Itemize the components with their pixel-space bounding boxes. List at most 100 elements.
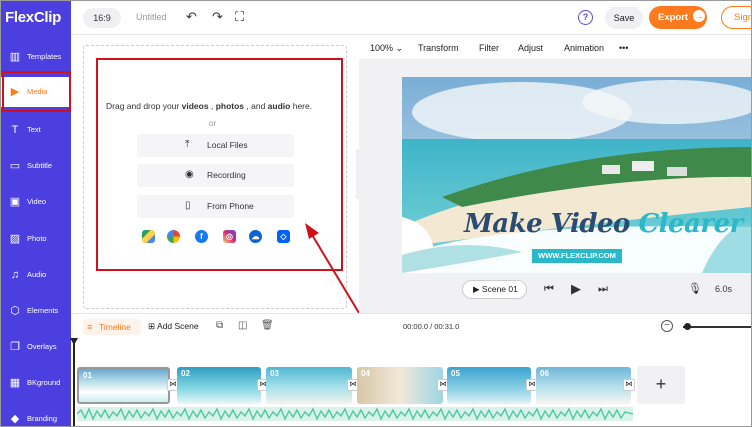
sidebar-item-label: Subtitle [27, 161, 53, 170]
zoom-out-icon[interactable]: − [661, 320, 673, 332]
clip-04[interactable]: 04 [357, 367, 443, 404]
clip-06[interactable]: 06 [536, 367, 631, 404]
from-phone-button[interactable]: ▯ From Phone [137, 195, 294, 218]
local-files-button[interactable]: ⤒ Local Files [137, 134, 294, 157]
overlays-icon: ❐ [10, 341, 20, 353]
drop-text-suffix: here. [292, 101, 313, 111]
sidebar-item-label: Video [27, 197, 47, 206]
sidebar-item-label: Photo [27, 234, 47, 243]
adjust-button[interactable]: Adjust [518, 43, 543, 53]
url-badge: WWW.FLEXCLIP.COM [532, 249, 622, 263]
timeline-zoom-slider[interactable] [683, 326, 751, 328]
drop-text-photos: photos [215, 101, 245, 111]
zoom-value: 100% [370, 43, 394, 53]
transform-button[interactable]: Transform [418, 43, 459, 53]
headline-text: Make Video Clearer [464, 209, 743, 239]
aspect-ratio-button[interactable]: 16:9 [83, 8, 121, 28]
transition-icon[interactable]: ⋈ [623, 379, 635, 391]
clip-01[interactable]: 01 [77, 367, 170, 404]
animation-button[interactable]: Animation [564, 43, 604, 53]
more-options-button[interactable]: ••• [619, 43, 628, 53]
sidebar-item-label: Overlays [27, 342, 57, 351]
arrow-right-icon: → [693, 10, 706, 22]
clip-number: 04 [361, 369, 370, 378]
sidebar-item-photo[interactable]: ▨ Photo [1, 224, 71, 254]
trash-icon[interactable]: 🗑 [261, 320, 274, 331]
onedrive-icon[interactable]: ☁ [249, 230, 262, 243]
sidebar-item-video[interactable]: ▣ Video [1, 187, 71, 217]
branding-icon: ◆ [10, 413, 20, 425]
undo-icon[interactable]: ↶ [186, 9, 197, 25]
playhead[interactable] [73, 339, 75, 426]
record-icon: ◉ [185, 169, 194, 180]
drop-instructions: Drag and drop your videos , photos , and… [106, 101, 331, 111]
save-button[interactable]: Save [605, 7, 643, 29]
recording-button[interactable]: ◉ Recording [137, 164, 294, 187]
fullscreen-icon[interactable]: ⛶ [235, 9, 244, 25]
split-icon[interactable]: ◫ [238, 320, 247, 331]
add-scene-button[interactable]: ⊞ Add Scene [148, 321, 199, 332]
sidebar-item-label: BKground [27, 378, 61, 387]
skip-forward-icon[interactable]: ⏭ [598, 282, 608, 296]
time-readout: 00:00.0 / 00:31.0 [403, 322, 460, 331]
google-drive-icon[interactable] [142, 230, 155, 243]
sidebar-item-overlays[interactable]: ❐ Overlays [1, 332, 71, 362]
clip-03[interactable]: 03 [266, 367, 352, 404]
zoom-select[interactable]: 100% ⌄ [370, 43, 403, 54]
video-canvas[interactable]: Make Video Clearer WWW.FLEXCLIP.COM [402, 77, 751, 273]
drop-text-comma: , [210, 101, 214, 111]
add-clip-button[interactable]: + [637, 366, 685, 404]
sidebar-item-templates[interactable]: ▥ Templates [1, 42, 71, 72]
timeline-tab-label: Timeline [99, 322, 131, 332]
timeline-toolbar: ≡ Timeline ⊞ Add Scene ⧉ ◫ 🗑 00:00.0 / 00… [71, 313, 751, 339]
video-icon: ▣ [9, 196, 21, 208]
subtitle-icon: ▭ [9, 160, 21, 172]
sidebar-item-background[interactable]: ▦ BKground [1, 368, 71, 398]
chevron-down-icon: ⌄ [395, 43, 404, 53]
top-bar: FlexClip 16:9 Untitled ↶ ↷ ⛶ ? Save Expo… [1, 1, 751, 35]
recording-label: Recording [207, 170, 246, 180]
media-highlight-box [2, 71, 71, 112]
scene-button[interactable]: ▶ Scene 01 [462, 280, 527, 299]
clip-number: 06 [540, 369, 549, 378]
clip-02[interactable]: 02 [177, 367, 261, 404]
from-phone-label: From Phone [207, 201, 254, 211]
sidebar-item-text[interactable]: T Text [1, 115, 71, 145]
audio-waveform[interactable] [77, 407, 633, 421]
zoom-slider-knob[interactable] [684, 323, 691, 330]
preview-scene-image [402, 77, 751, 273]
headline-part2: Clearer [638, 209, 743, 239]
drop-text-videos: videos [181, 101, 209, 111]
facebook-icon[interactable]: f [195, 230, 208, 243]
export-button[interactable]: Export → [649, 6, 707, 29]
sign-in-button[interactable]: Sign [721, 6, 751, 29]
tab-timeline[interactable]: ≡ Timeline [83, 319, 141, 335]
drop-text-and: , and [246, 101, 266, 111]
play-button[interactable]: ▶ [571, 282, 581, 296]
add-icon: ⊞ [148, 321, 156, 331]
flexclip-editor: FlexClip 16:9 Untitled ↶ ↷ ⛶ ? Save Expo… [0, 0, 752, 427]
filter-button[interactable]: Filter [479, 43, 499, 53]
duplicate-icon[interactable]: ⧉ [216, 320, 223, 331]
instagram-icon[interactable]: ◎ [223, 230, 236, 243]
dropbox-icon[interactable]: ◇ [277, 230, 290, 243]
microphone-icon[interactable]: 🎙 [688, 282, 702, 296]
drop-text-prefix: Drag and drop your [106, 101, 180, 111]
elements-icon: ⬡ [10, 305, 20, 317]
sidebar-item-branding[interactable]: ◆ Branding [1, 404, 71, 426]
sidebar-item-label: Elements [27, 306, 59, 315]
google-photos-icon[interactable] [167, 230, 180, 243]
clip-05[interactable]: 05 [447, 367, 531, 404]
sidebar-item-elements[interactable]: ⬡ Elements [1, 296, 71, 326]
sidebar-item-audio[interactable]: ♫ Audio [1, 260, 71, 290]
redo-icon[interactable]: ↷ [212, 9, 223, 25]
flexclip-logo[interactable]: FlexClip [1, 1, 71, 35]
project-title[interactable]: Untitled [136, 12, 167, 22]
timeline-icon: ≡ [87, 322, 93, 332]
skip-back-icon[interactable]: ⏮ [544, 282, 554, 296]
drop-text-audio: audio [267, 101, 291, 111]
audio-icon: ♫ [10, 269, 20, 281]
help-icon[interactable]: ? [578, 10, 593, 25]
export-label: Export [658, 12, 689, 23]
sidebar-item-subtitle[interactable]: ▭ Subtitle [1, 151, 71, 181]
